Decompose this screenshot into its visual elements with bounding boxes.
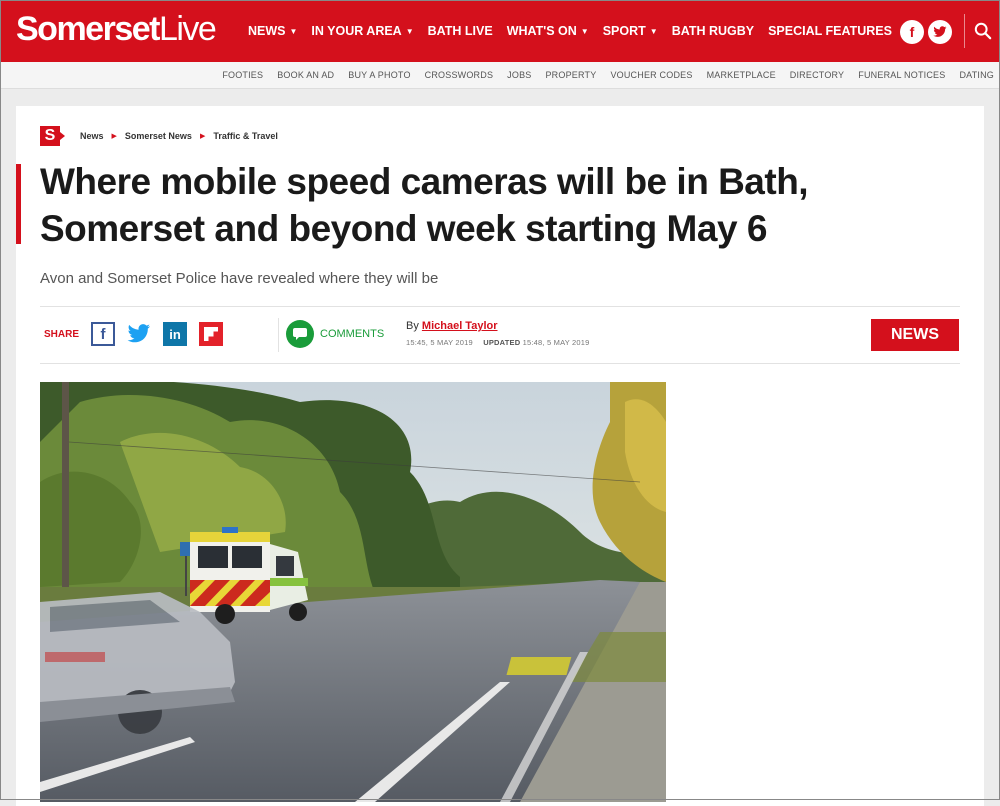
- share-divider: [278, 318, 279, 352]
- byline-author-row: By Michael Taylor: [406, 320, 590, 332]
- comments-label: COMMENTS: [320, 328, 385, 340]
- breadcrumb-somerset-news[interactable]: Somerset News: [125, 131, 192, 141]
- updated-time: 15:48, 5 MAY 2019: [522, 338, 590, 347]
- headline-accent-bar: [16, 164, 21, 244]
- logo-text-live: Live: [158, 10, 217, 48]
- byline-dates: 15:45, 5 MAY 2019 UPDATED 15:48, 5 MAY 2…: [406, 338, 590, 347]
- article-headline: Where mobile speed cameras will be in Ba…: [40, 161, 809, 249]
- logo-text-somerset: Somerset: [16, 10, 160, 48]
- updated-label: UPDATED: [483, 338, 521, 347]
- byline-prefix: By: [406, 320, 419, 332]
- nav-item-in-your-area[interactable]: IN YOUR AREA ▼: [311, 24, 413, 38]
- nav-item-label: NEWS: [248, 24, 286, 38]
- subnav-item-crosswords[interactable]: CROSSWORDS: [425, 70, 494, 80]
- nav-item-label: SPORT: [602, 24, 646, 38]
- nav-item-label: SPECIAL FEATURES: [768, 24, 892, 38]
- divider: [40, 363, 960, 364]
- chevron-down-icon: ▼: [649, 26, 658, 36]
- secondary-nav-bar: FOOTIES BOOK AN AD BUY A PHOTO CROSSWORDS JO…: [0, 62, 1000, 89]
- author-link[interactable]: Michael Taylor: [422, 320, 498, 332]
- nav-item-news[interactable]: NEWS ▼: [248, 24, 297, 38]
- byline: By Michael Taylor 15:45, 5 MAY 2019 UPDA…: [406, 320, 590, 347]
- category-badge-label: NEWS: [891, 326, 939, 343]
- share-bar: SHARE f in: [44, 322, 224, 346]
- share-facebook-icon[interactable]: f: [91, 322, 116, 346]
- subnav-item-footies[interactable]: FOOTIES: [222, 70, 263, 80]
- nav-item-label: WHAT'S ON: [506, 24, 577, 38]
- category-badge[interactable]: NEWS: [871, 319, 959, 351]
- site-logo[interactable]: SomersetLive: [16, 10, 217, 49]
- article-standfirst: Avon and Somerset Police have revealed w…: [40, 270, 439, 287]
- breadcrumb: S News ▶ Somerset News ▶ Traffic & Trave…: [40, 126, 278, 146]
- chevron-down-icon: ▼: [289, 26, 298, 36]
- subnav-item-property[interactable]: PROPERTY: [545, 70, 596, 80]
- subnav-item-directory[interactable]: DIRECTORY: [790, 70, 844, 80]
- nav-item-special-features[interactable]: SPECIAL FEATURES: [768, 24, 892, 38]
- subnav-item-funeral-notices[interactable]: FUNERAL NOTICES: [858, 70, 945, 80]
- breadcrumb-arrow-icon: ▶: [199, 133, 206, 140]
- speech-bubble-glyph: [293, 328, 307, 340]
- twitter-icon[interactable]: [928, 20, 952, 44]
- share-label: SHARE: [44, 328, 80, 340]
- chevron-down-icon: ▼: [405, 26, 414, 36]
- facebook-glyph: f: [909, 24, 915, 40]
- nav-item-label: BATH LIVE: [427, 24, 493, 38]
- comments-button[interactable]: COMMENTS: [286, 320, 384, 348]
- secondary-nav: FOOTIES BOOK AN AD BUY A PHOTO CROSSWORDS JO…: [222, 62, 994, 88]
- nav-item-bath-live[interactable]: BATH LIVE: [428, 24, 493, 38]
- published-time: 15:45, 5 MAY 2019: [406, 338, 473, 347]
- nav-item-sport[interactable]: SPORT ▼: [603, 24, 658, 38]
- hero-image[interactable]: [40, 382, 666, 802]
- nav-item-what-s-on[interactable]: WHAT'S ON ▼: [507, 24, 589, 38]
- main-nav: NEWS ▼ IN YOUR AREA ▼ BATH LIVE WHAT'S ON ▼ SPO…: [248, 0, 892, 62]
- subnav-item-dating[interactable]: DATING: [959, 70, 994, 80]
- subnav-item-jobs[interactable]: JOBS: [507, 70, 531, 80]
- subnav-item-voucher-codes[interactable]: VOUCHER CODES: [610, 70, 692, 80]
- breadcrumb-arrow-icon: ▶: [111, 133, 117, 140]
- comments-icon: [286, 320, 314, 348]
- section-badge[interactable]: S: [40, 126, 65, 146]
- nav-item-label: BATH RUGBY: [671, 24, 755, 38]
- chevron-down-icon: ▼: [580, 26, 589, 36]
- breadcrumb-traffic-travel[interactable]: Traffic & Travel: [213, 131, 278, 141]
- facebook-icon[interactable]: f: [900, 20, 924, 44]
- nav-item-bath-rugby[interactable]: BATH RUGBY: [672, 24, 754, 38]
- flipboard-glyph: [204, 327, 219, 341]
- top-nav-bar: SomersetLive NEWS ▼ IN YOUR AREA ▼ BATH LIVE…: [0, 0, 1000, 62]
- twitter-bird-glyph: [933, 26, 947, 37]
- share-flipboard-icon[interactable]: [199, 322, 224, 346]
- subnav-item-book-an-ad[interactable]: BOOK AN AD: [277, 70, 334, 80]
- subnav-item-buy-a-photo[interactable]: BUY A PHOTO: [348, 70, 410, 80]
- divider: [40, 306, 960, 307]
- subnav-item-marketplace[interactable]: MARKETPLACE: [707, 70, 776, 80]
- section-badge-letter: S: [44, 127, 56, 144]
- share-linkedin-icon[interactable]: in: [163, 322, 188, 346]
- nav-item-label: IN YOUR AREA: [311, 24, 402, 38]
- share-twitter-icon[interactable]: [127, 322, 151, 346]
- social-links: f: [900, 20, 952, 44]
- article-card: S News ▶ Somerset News ▶ Traffic & Trave…: [16, 106, 984, 806]
- breadcrumb-news[interactable]: News: [80, 131, 104, 141]
- nav-divider: [964, 14, 965, 48]
- search-icon[interactable]: [974, 22, 992, 40]
